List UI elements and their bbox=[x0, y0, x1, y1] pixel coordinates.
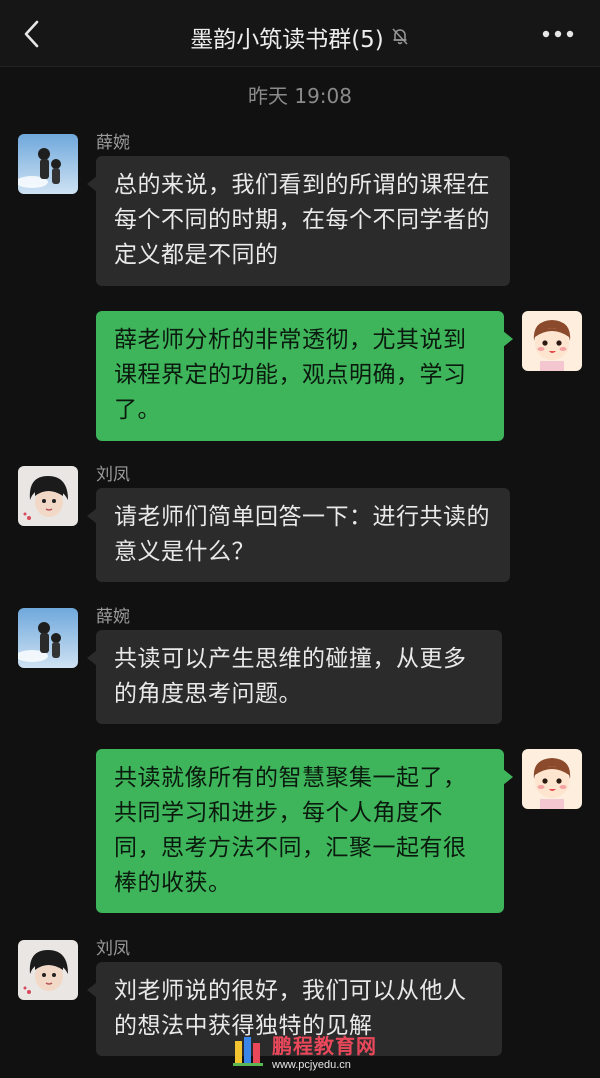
avatar-liufeng[interactable] bbox=[18, 466, 78, 526]
message-bubble-incoming[interactable]: 请老师们简单回答一下：进行共读的意义是什么？ bbox=[87, 488, 510, 582]
sender-name: 薛婉 bbox=[96, 133, 130, 153]
avatar-liufeng[interactable] bbox=[18, 940, 78, 1000]
chat-header: 墨韵小筑读书群(5) bbox=[0, 0, 600, 67]
avatar-photo-icon bbox=[18, 466, 78, 526]
watermark-name: 鹏程教育网 bbox=[272, 1033, 377, 1058]
avatar-photo-icon bbox=[18, 940, 78, 1000]
message-timestamp: 昨天 19:08 bbox=[248, 84, 352, 108]
sender-name: 刘凤 bbox=[96, 939, 130, 959]
avatar-self[interactable] bbox=[522, 311, 582, 371]
sender-name: 刘凤 bbox=[96, 465, 130, 485]
message-text: 总的来说，我们看到的所谓的课程在每个不同的时期，在每个不同学者的定义都是不同的 bbox=[114, 172, 490, 268]
message-bubble-incoming[interactable]: 共读可以产生思维的碰撞，从更多的角度思考问题。 bbox=[87, 630, 502, 724]
bell-off-icon bbox=[390, 26, 410, 52]
more-dots-icon bbox=[542, 30, 574, 38]
avatar-self[interactable] bbox=[522, 749, 582, 809]
watermark-url: www.pcjyedu.cn bbox=[272, 1058, 351, 1071]
chat-title-text: 墨韵小筑读书群(5) bbox=[190, 27, 384, 53]
avatar-photo-icon bbox=[18, 134, 78, 194]
cartoon-girl-avatar-icon bbox=[522, 749, 582, 809]
sender-name: 薛婉 bbox=[96, 607, 130, 627]
back-button[interactable] bbox=[14, 16, 50, 52]
cartoon-girl-avatar-icon bbox=[522, 311, 582, 371]
books-logo-icon bbox=[233, 1037, 263, 1066]
avatar-xuewan[interactable] bbox=[18, 608, 78, 668]
chat-title: 墨韵小筑读书群(5) bbox=[120, 20, 480, 54]
avatar-photo-icon bbox=[18, 608, 78, 668]
avatar-xuewan[interactable] bbox=[18, 134, 78, 194]
more-button[interactable] bbox=[538, 20, 578, 48]
message-text: 薛老师分析的非常透彻，尤其说到课程界定的功能，观点明确，学习了。 bbox=[114, 327, 467, 423]
chevron-left-icon bbox=[24, 20, 39, 48]
message-text: 请老师们简单回答一下：进行共读的意义是什么？ bbox=[114, 504, 490, 565]
message-text: 共读就像所有的智慧聚集一起了，共同学习和进步，每个人角度不同，思考方法不同，汇聚… bbox=[114, 765, 467, 896]
site-watermark: 鹏程教育网 www.pcjyedu.cn bbox=[232, 1026, 377, 1074]
message-bubble-outgoing[interactable]: 薛老师分析的非常透彻，尤其说到课程界定的功能，观点明确，学习了。 bbox=[96, 311, 513, 441]
message-text: 共读可以产生思维的碰撞，从更多的角度思考问题。 bbox=[114, 646, 467, 707]
message-bubble-incoming[interactable]: 总的来说，我们看到的所谓的课程在每个不同的时期，在每个不同学者的定义都是不同的 bbox=[87, 156, 510, 286]
message-bubble-outgoing[interactable]: 共读就像所有的智慧聚集一起了，共同学习和进步，每个人角度不同，思考方法不同，汇聚… bbox=[96, 749, 513, 913]
